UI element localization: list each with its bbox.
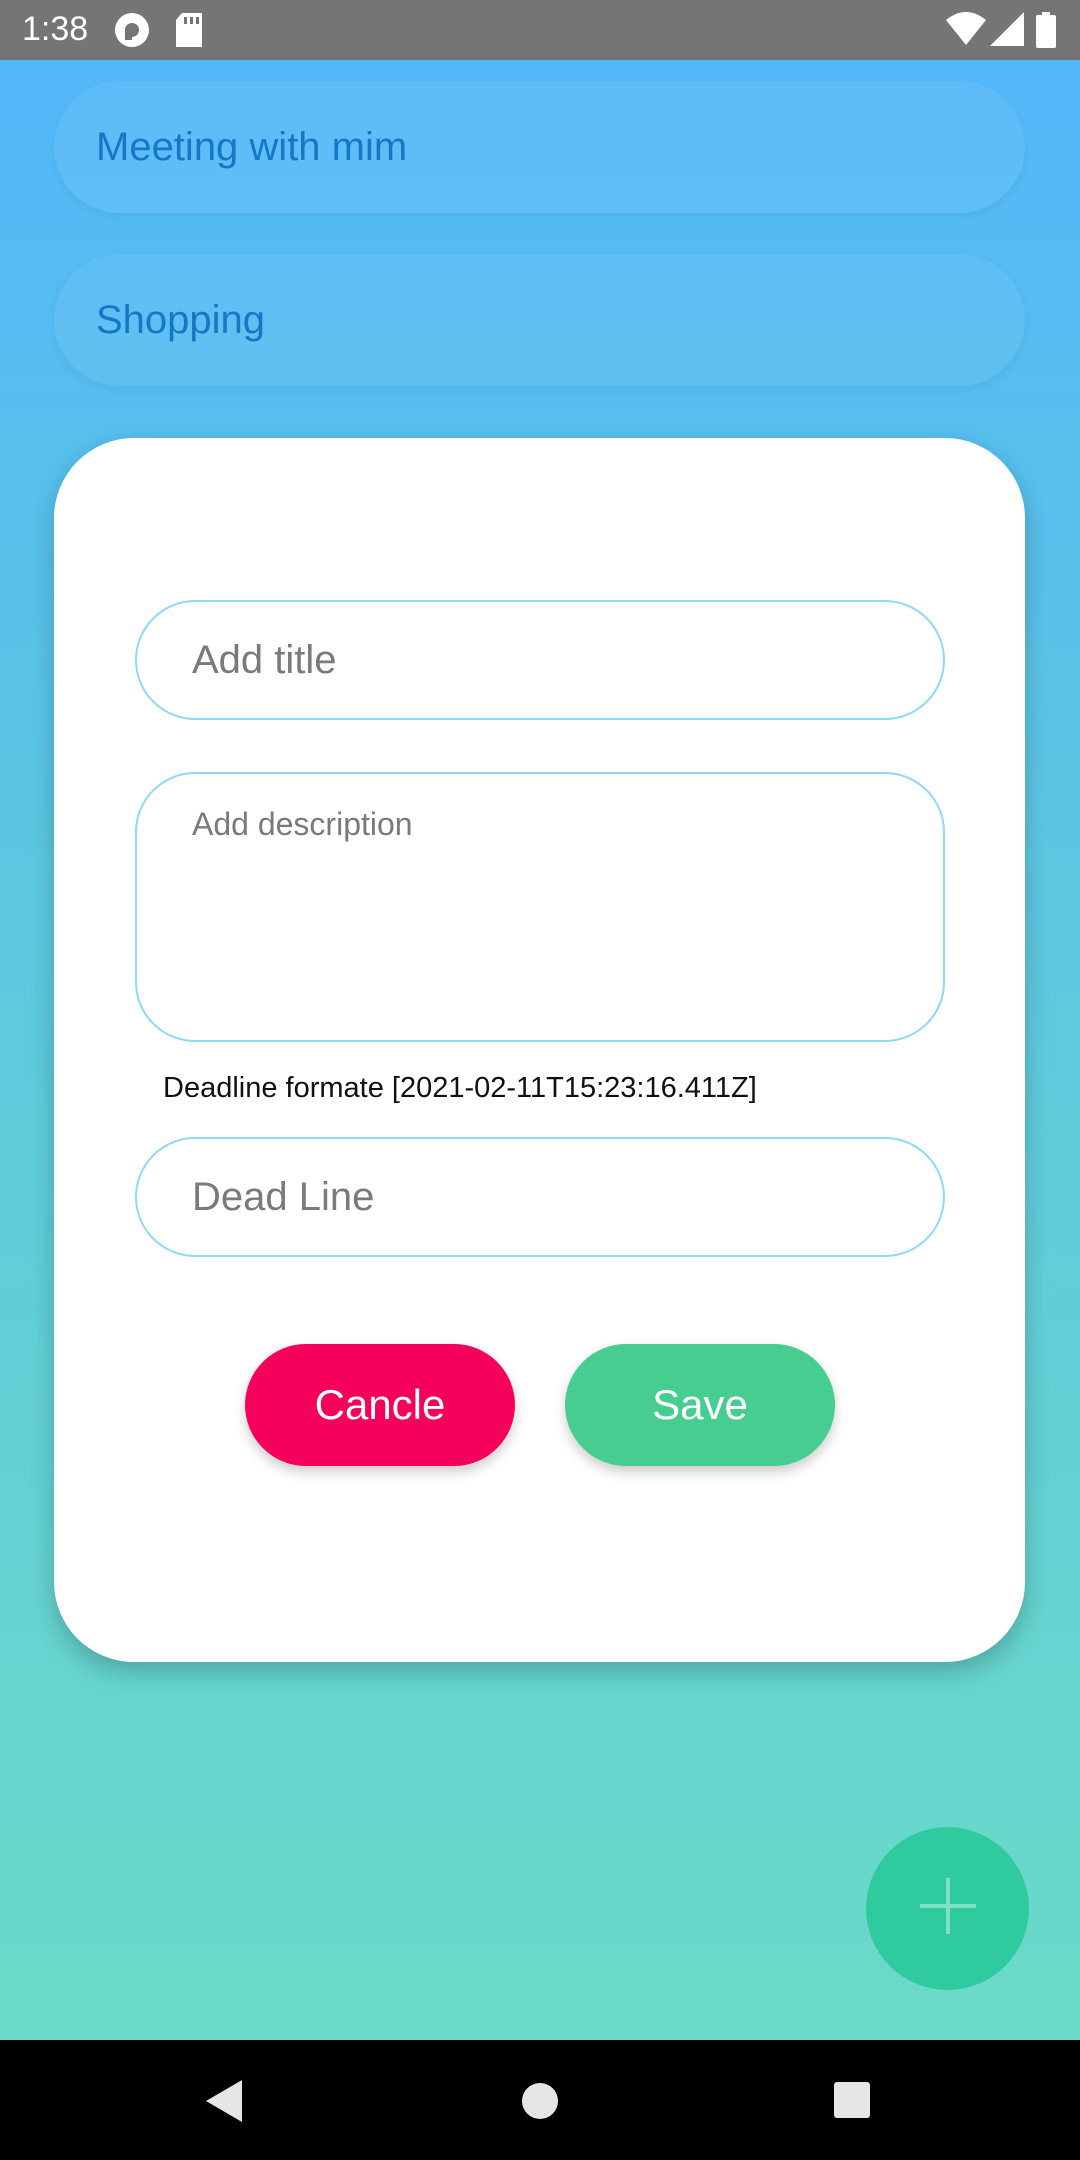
- title-placeholder: Add title: [192, 637, 337, 682]
- deadline-input[interactable]: Dead Line: [135, 1137, 945, 1257]
- sd-card-icon: [174, 12, 204, 53]
- recents-icon[interactable]: [833, 2081, 871, 2124]
- cancel-label: Cancle: [314, 1381, 446, 1428]
- wifi-icon: [946, 12, 986, 51]
- deadline-placeholder: Dead Line: [192, 1174, 375, 1219]
- back-icon[interactable]: [204, 2080, 244, 2127]
- todo-title: Meeting with mim: [96, 124, 408, 169]
- home-icon[interactable]: [520, 2081, 560, 2126]
- pocket-casts-icon: [114, 12, 150, 53]
- plus-icon: [918, 1876, 978, 1941]
- add-todo-dialog: Add title Add description Deadline forma…: [54, 438, 1025, 1662]
- todo-item[interactable]: Meeting with mim: [54, 81, 1025, 213]
- save-button[interactable]: Save: [565, 1344, 835, 1466]
- description-placeholder: Add description: [192, 806, 413, 842]
- todo-title: Shopping: [96, 297, 266, 342]
- todo-item[interactable]: Shopping: [54, 254, 1025, 386]
- add-todo-fab[interactable]: [866, 1827, 1029, 1990]
- cancel-button[interactable]: Cancle: [245, 1344, 515, 1466]
- status-bar: 1:38: [0, 0, 1080, 60]
- save-label: Save: [652, 1381, 748, 1428]
- battery-icon: [1036, 12, 1056, 53]
- title-input[interactable]: Add title: [135, 600, 945, 720]
- screen: 1:38 Meeting with mim Shopping Add title…: [0, 0, 1080, 2160]
- description-input[interactable]: Add description: [135, 772, 945, 1042]
- status-time: 1:38: [22, 10, 89, 48]
- deadline-format-hint: Deadline formate [2021-02-11T15:23:16.41…: [163, 1072, 757, 1104]
- signal-icon: [990, 12, 1024, 51]
